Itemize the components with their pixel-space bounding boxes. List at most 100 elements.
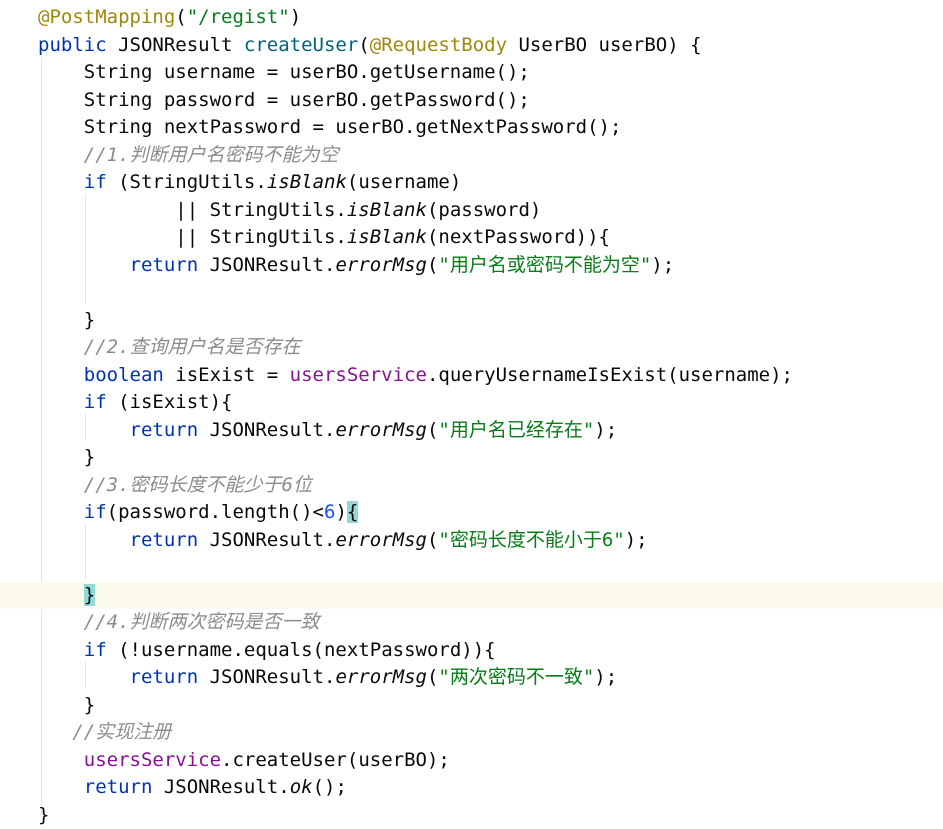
code-token-keyword: return xyxy=(129,253,210,276)
code-token-string: "用户名已经存在" xyxy=(438,418,595,441)
code-token-keyword: return xyxy=(129,418,210,441)
code-line[interactable]: return JSONResult.errorMsg("密码长度不能小于6"); xyxy=(0,527,943,554)
code-token-comment: //实现注册 xyxy=(38,721,172,743)
code-line[interactable]: return JSONResult.ok(); xyxy=(0,774,943,801)
code-token-keyword: if xyxy=(83,501,107,523)
code-line[interactable]: } xyxy=(0,581,943,609)
code-token-plain: ( xyxy=(426,666,439,688)
code-line[interactable]: if (StringUtils.isBlank(username) xyxy=(0,169,943,196)
code-token-plain: (username) xyxy=(346,171,462,193)
code-token-static: errorMsg xyxy=(335,528,427,551)
code-token-plain: (isExist){ xyxy=(118,391,233,413)
code-line[interactable]: public JSONResult createUser(@RequestBod… xyxy=(0,32,943,59)
code-line[interactable]: } xyxy=(0,444,943,471)
code-line[interactable]: //4.判断两次密码是否一致 xyxy=(0,609,943,636)
code-line[interactable]: || StringUtils.isBlank(password) xyxy=(0,197,943,224)
code-token-static: errorMsg xyxy=(335,418,427,441)
code-token-comment: //1.判断用户名密码不能为空 xyxy=(38,143,339,166)
code-token-plain: JSONResult. xyxy=(209,666,336,688)
code-token-plain: JSONResult. xyxy=(163,776,290,798)
code-token-keyword: return xyxy=(129,666,210,688)
code-token-keyword: boolean xyxy=(83,363,176,386)
code-line[interactable]: @PostMapping("/regist") xyxy=(0,4,943,31)
code-token-static: errorMsg xyxy=(335,666,427,688)
code-token-static: isBlank xyxy=(346,198,427,221)
code-token-plain: JSONResult. xyxy=(209,253,336,276)
code-line[interactable]: || StringUtils.isBlank(nextPassword)){ xyxy=(0,224,943,251)
code-token-plain: String password = userBO.getPassword(); xyxy=(38,88,530,111)
code-token-annotation: @PostMapping xyxy=(38,6,176,28)
code-token-plain: String nextPassword = userBO.getNextPass… xyxy=(38,116,622,138)
code-line[interactable]: if(password.length()<6){ xyxy=(0,499,943,526)
code-token-plain: ( xyxy=(426,528,439,551)
code-token-plain: ) xyxy=(289,6,302,28)
code-line[interactable] xyxy=(0,554,943,581)
code-line[interactable]: } xyxy=(0,802,943,829)
code-token-string: "两次密码不一致" xyxy=(438,666,595,688)
code-line[interactable]: } xyxy=(0,692,943,719)
code-token-static: errorMsg xyxy=(335,253,427,276)
code-line[interactable]: if (!username.equals(nextPassword)){ xyxy=(0,637,943,664)
code-token-plain: ); xyxy=(651,253,675,276)
code-token-plain: (password.length()< xyxy=(106,501,324,523)
code-token-keyword: return xyxy=(129,528,210,551)
code-line[interactable]: boolean isExist = usersService.queryUser… xyxy=(0,362,943,389)
code-token-plain: JSONResult. xyxy=(209,418,336,441)
code-line[interactable]: return JSONResult.errorMsg("用户名或密码不能为空")… xyxy=(0,252,943,279)
code-token-brace-match: { xyxy=(346,501,359,523)
code-token-number: 6 xyxy=(324,501,336,523)
code-line[interactable]: String nextPassword = userBO.getNextPass… xyxy=(0,114,943,141)
code-token-plain: ); xyxy=(594,418,618,441)
code-token-field: usersService xyxy=(83,748,222,771)
code-token-field: usersService xyxy=(289,363,427,386)
code-line[interactable]: String password = userBO.getPassword(); xyxy=(0,87,943,114)
code-token-comment: //3.密码长度不能少于6位 xyxy=(38,473,312,496)
code-token-plain: || StringUtils. xyxy=(38,226,347,248)
code-token-plain: (password) xyxy=(426,198,542,221)
code-token-plain: JSONResult xyxy=(118,33,244,56)
code-token-keyword: return xyxy=(83,776,164,798)
code-token-plain: } xyxy=(38,446,96,468)
code-token-plain: .createUser(userBO); xyxy=(221,748,450,771)
code-token-keyword: if xyxy=(83,171,119,193)
code-token-plain: || StringUtils. xyxy=(38,198,347,221)
code-token-plain: ); xyxy=(594,666,618,688)
code-line[interactable]: usersService.createUser(userBO); xyxy=(0,747,943,774)
code-token-static: isBlank xyxy=(266,171,347,193)
code-line[interactable]: return JSONResult.errorMsg("两次密码不一致"); xyxy=(0,664,943,691)
code-token-plain: ( xyxy=(426,418,439,441)
code-line[interactable]: //实现注册 xyxy=(0,719,943,746)
code-line[interactable]: //1.判断用户名密码不能为空 xyxy=(0,142,943,169)
code-line[interactable]: if (isExist){ xyxy=(0,389,943,416)
code-token-plain: (StringUtils. xyxy=(118,171,267,193)
code-token-plain: ( xyxy=(426,253,439,276)
code-token-method: createUser xyxy=(243,33,359,56)
code-line[interactable] xyxy=(0,279,943,306)
code-token-plain: JSONResult. xyxy=(209,528,336,551)
code-token-plain: ); xyxy=(624,528,648,551)
code-line[interactable]: return JSONResult.errorMsg("用户名已经存在"); xyxy=(0,417,943,444)
code-line[interactable]: //3.密码长度不能少于6位 xyxy=(0,472,943,499)
code-line[interactable]: String username = userBO.getUsername(); xyxy=(0,59,943,86)
code-token-comment: //4.判断两次密码是否一致 xyxy=(38,611,320,633)
code-token-plain: String username = userBO.getUsername(); xyxy=(38,61,530,83)
code-token-plain: isExist = xyxy=(175,363,290,386)
code-token-plain: (nextPassword)){ xyxy=(426,226,610,248)
code-line[interactable]: //2.查询用户名是否存在 xyxy=(0,334,943,361)
code-token-brace-match: } xyxy=(83,583,96,606)
code-line[interactable]: } xyxy=(0,307,943,334)
code-token-string: "/regist" xyxy=(186,6,290,28)
code-token-string: "用户名或密码不能为空" xyxy=(438,253,652,276)
code-token-plain: .queryUsernameIsExist(username); xyxy=(426,363,793,386)
code-editor[interactable]: @PostMapping("/regist") public JSONResult… xyxy=(0,0,943,826)
code-token-plain: } xyxy=(38,308,96,331)
code-token-keyword: public xyxy=(38,33,119,56)
